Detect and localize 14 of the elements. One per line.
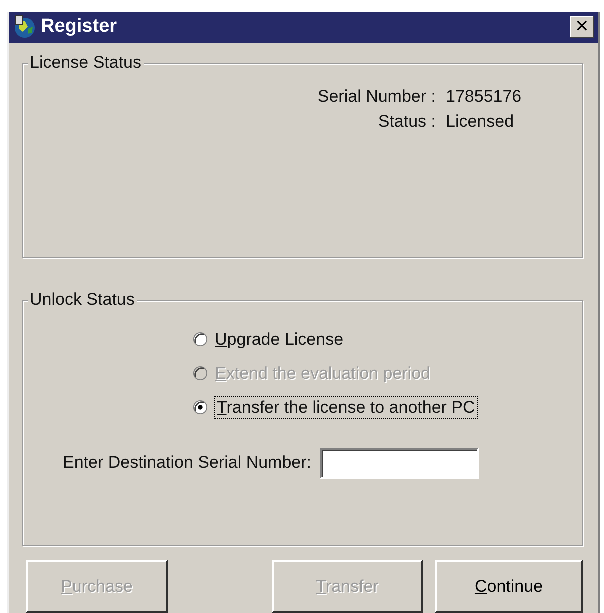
close-button[interactable]: ✕ (570, 16, 594, 38)
dialog-button[interactable]: Continue (435, 560, 583, 613)
field-value: Licensed (446, 110, 516, 133)
radio-button[interactable] (193, 400, 208, 415)
radio-label[interactable]: Upgrade License (215, 328, 344, 350)
field-label: Serial Number : (316, 86, 436, 108)
serial-number-field[interactable] (320, 448, 479, 479)
radio-button[interactable] (193, 332, 208, 347)
window-title: Register (41, 15, 118, 40)
app-icon (13, 15, 37, 40)
field-value: 17855176 (446, 86, 523, 108)
radio-label[interactable]: Transfer the license to another PC (215, 396, 478, 418)
field-label: Status : (377, 110, 436, 133)
field-label: Enter Destination Serial Number: (63, 452, 312, 474)
